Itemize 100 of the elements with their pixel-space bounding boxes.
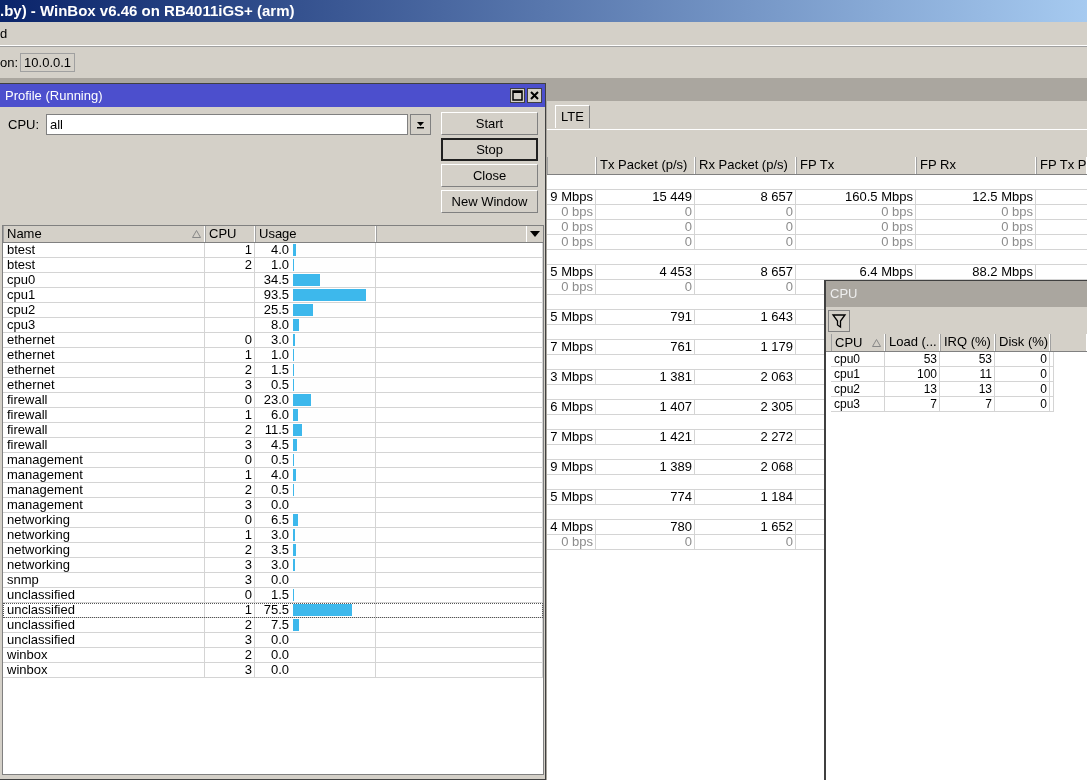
table-row[interactable]: management 2 0.5 <box>3 483 543 498</box>
usage-value: 3.0 <box>269 528 289 542</box>
table-cell: 5 Mbps <box>547 310 596 324</box>
dropdown-icon[interactable] <box>410 114 431 135</box>
table-cell: 0 <box>205 453 255 467</box>
table-cell: 1 381 <box>596 370 695 384</box>
table-row[interactable]: unclassified 3 0.0 <box>3 633 543 648</box>
filter-icon[interactable] <box>828 309 850 332</box>
column-header[interactable]: FP Tx P <box>1036 157 1087 174</box>
table-cell: 2 068 <box>695 460 796 474</box>
table-cell: unclassified <box>3 633 205 647</box>
table-cell: snmp <box>3 573 205 587</box>
table-cell: 3 <box>205 378 255 392</box>
cpu-field[interactable]: all <box>46 114 408 135</box>
usage-value: 25.5 <box>262 303 289 317</box>
table-cell: firewall <box>3 393 205 407</box>
table-cell: 3 Mbps <box>547 370 596 384</box>
table-row[interactable]: networking 2 3.5 <box>3 543 543 558</box>
column-header[interactable]: Rx Packet (p/s) <box>695 157 796 174</box>
table-cell: 1 407 <box>596 400 695 414</box>
table-row[interactable]: firewall 3 4.5 <box>3 438 543 453</box>
table-row[interactable]: firewall 0 23.0 <box>3 393 543 408</box>
menu-item[interactable]: d <box>0 26 8 41</box>
table-row[interactable]: unclassified 1 75.5 <box>3 603 543 618</box>
column-header[interactable]: FP Rx <box>916 157 1036 174</box>
sort-icon <box>192 230 201 238</box>
table-cell: networking <box>3 558 205 572</box>
column-header[interactable]: Name <box>3 226 205 242</box>
table-row[interactable]: winbox 2 0.0 <box>3 648 543 663</box>
table-row[interactable]: unclassified 2 7.5 <box>3 618 543 633</box>
column-header[interactable]: Usage <box>255 226 376 242</box>
action-button[interactable]: Close <box>441 164 538 187</box>
usage-value: 1.5 <box>269 363 289 377</box>
table-row[interactable]: firewall 1 6.0 <box>3 408 543 423</box>
table-row[interactable]: winbox 3 0.0 <box>3 663 543 678</box>
table-row[interactable]: snmp 3 0.0 <box>3 573 543 588</box>
table-cell: 0 <box>205 513 255 527</box>
table-cell: 1 652 <box>695 520 796 534</box>
table-row[interactable]: firewall 2 11.5 <box>3 423 543 438</box>
table-cell: unclassified <box>3 618 205 632</box>
table-row[interactable]: ethernet 2 1.5 <box>3 363 543 378</box>
table-cell: firewall <box>3 423 205 437</box>
table-cell: 3 <box>205 663 255 677</box>
usage-value: 0.0 <box>269 633 289 647</box>
action-button[interactable]: New Window <box>441 190 538 213</box>
table-row[interactable]: networking 0 6.5 <box>3 513 543 528</box>
table-row[interactable]: cpu0 34.5 <box>3 273 543 288</box>
close-icon[interactable] <box>527 88 542 103</box>
table-cell: 0 bps <box>796 235 916 249</box>
column-header[interactable]: Load (... <box>885 334 940 351</box>
column-header[interactable]: CPU <box>205 226 255 242</box>
table-cell: 0 <box>695 235 796 249</box>
table-row[interactable]: cpu3 8.0 <box>3 318 543 333</box>
table-cell: winbox <box>3 648 205 662</box>
column-header[interactable]: CPU <box>831 334 885 351</box>
maximize-icon[interactable] <box>510 88 525 103</box>
table-cell: 53 <box>885 352 940 367</box>
table-cell: 0 bps <box>547 535 596 549</box>
usage-value: 0.0 <box>269 498 289 512</box>
table-cell: 0 <box>205 588 255 602</box>
column-header[interactable]: IRQ (%) <box>940 334 995 351</box>
table-row[interactable]: ethernet 3 0.5 <box>3 378 543 393</box>
tab[interactable]: LTE <box>555 105 590 128</box>
action-button[interactable]: Start <box>441 112 538 135</box>
usage-value: 4.0 <box>269 243 289 257</box>
table-cell: 0 bps <box>547 205 596 219</box>
table-cell: 1 389 <box>596 460 695 474</box>
table-cell: 3 <box>205 498 255 512</box>
table-cell: 7 <box>885 397 940 412</box>
usage-value: 1.5 <box>269 588 289 602</box>
table-row[interactable]: btest 1 4.0 <box>3 243 543 258</box>
usage-value: 6.5 <box>269 513 289 527</box>
table-cell: 1 <box>205 528 255 542</box>
table-cell: 1 421 <box>596 430 695 444</box>
column-header[interactable] <box>1050 334 1087 351</box>
table-row[interactable]: cpu2 25.5 <box>3 303 543 318</box>
table-row[interactable]: btest 2 1.0 <box>3 258 543 273</box>
table-cell: 2 <box>205 363 255 377</box>
table-cell: cpu0 <box>831 352 885 367</box>
address-field[interactable]: 10.0.0.1 <box>20 53 76 72</box>
table-cell: 13 <box>885 382 940 397</box>
column-header[interactable]: FP Tx <box>796 157 916 174</box>
table-cell: 0 <box>596 235 695 249</box>
table-cell: 1 <box>205 468 255 482</box>
column-header[interactable]: Tx Packet (p/s) <box>596 157 695 174</box>
table-row[interactable]: cpu1 93.5 <box>3 288 543 303</box>
action-button[interactable]: Stop <box>441 138 538 161</box>
table-row[interactable]: ethernet 1 1.0 <box>3 348 543 363</box>
table-row[interactable]: unclassified 0 1.5 <box>3 588 543 603</box>
usage-value: 11.5 <box>263 423 289 437</box>
table-row[interactable]: networking 3 3.0 <box>3 558 543 573</box>
table-cell: 7 Mbps <box>547 340 596 354</box>
column-header[interactable]: Disk (%) <box>995 334 1050 351</box>
table-row[interactable]: management 1 4.0 <box>3 468 543 483</box>
table-row[interactable]: management 3 0.0 <box>3 498 543 513</box>
table-cell: management <box>3 483 205 497</box>
table-cell: 0 <box>596 220 695 234</box>
table-row[interactable]: management 0 0.5 <box>3 453 543 468</box>
table-row[interactable]: ethernet 0 3.0 <box>3 333 543 348</box>
table-row[interactable]: networking 1 3.0 <box>3 528 543 543</box>
